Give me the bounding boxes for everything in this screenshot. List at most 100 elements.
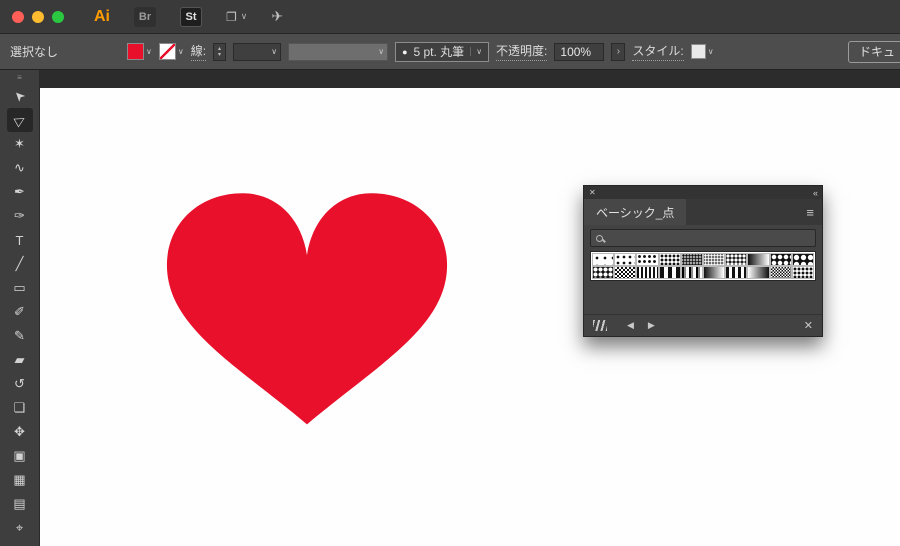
stock-button[interactable]: St bbox=[180, 6, 202, 27]
remove-brush-icon[interactable]: ✕ bbox=[804, 319, 813, 332]
previous-library-icon[interactable]: ◀ bbox=[627, 320, 634, 331]
brush-swatch-dots-4b[interactable] bbox=[791, 266, 815, 279]
brush-swatch-gradient-bars[interactable] bbox=[680, 266, 704, 279]
brush-swatch-gradient-h[interactable] bbox=[703, 266, 726, 279]
workspace-layout-icon: ❐ bbox=[226, 9, 237, 24]
bridge-button[interactable]: Br bbox=[134, 6, 156, 27]
chevron-down-icon: ∨ bbox=[378, 47, 385, 56]
panel-header: ✕ « bbox=[584, 186, 822, 199]
control-bar: 選択なし ∨ ∨ 線: ▴ ▾ ∨ ∨ ● 5 pt. 丸筆 ∨ 不透明度: 1… bbox=[0, 34, 900, 70]
opacity-submenu-button[interactable]: › bbox=[611, 42, 626, 61]
eraser-tool[interactable]: ▰ bbox=[7, 348, 33, 372]
panel-tab-bar: ベーシック_点 ≡ bbox=[584, 199, 822, 225]
heart-path[interactable] bbox=[166, 193, 448, 425]
width-profile-dropdown[interactable]: ∨ bbox=[233, 42, 282, 61]
brush-swatch-dots-3[interactable] bbox=[680, 253, 704, 266]
fill-color-control[interactable]: ∨ bbox=[127, 43, 152, 60]
opacity-input[interactable]: 100% bbox=[554, 42, 605, 61]
lasso-tool[interactable]: ∿ bbox=[7, 156, 33, 180]
stepper-down-icon: ▾ bbox=[218, 51, 222, 58]
selection-status: 選択なし bbox=[10, 45, 59, 59]
panel-close-icon[interactable]: ✕ bbox=[589, 188, 596, 197]
brush-preview-dropdown[interactable]: ● 5 pt. 丸筆 ∨ bbox=[395, 41, 490, 62]
chevron-down-icon: ∨ bbox=[271, 47, 278, 56]
style-label[interactable]: スタイル: bbox=[632, 42, 684, 61]
brush-swatch-dots-inv-5[interactable] bbox=[592, 266, 615, 279]
stroke-color-control[interactable]: ∨ bbox=[158, 43, 184, 60]
brush-swatch-dots-8[interactable] bbox=[592, 253, 615, 266]
canvas-area: ✕ « ベーシック_点 ≡ ◀ ▶ ✕ bbox=[40, 70, 900, 546]
free-transform-tool[interactable]: ✥ bbox=[7, 420, 33, 444]
panel-collapse-icon[interactable]: « bbox=[813, 188, 818, 198]
stroke-weight-label[interactable]: 線: bbox=[190, 42, 207, 61]
magic-wand-tool[interactable]: ✶ bbox=[7, 132, 33, 156]
scale-tool[interactable]: ❏ bbox=[7, 396, 33, 420]
selection-tool[interactable]: ➤ bbox=[7, 84, 33, 108]
brush-preview-label: 5 pt. 丸筆 bbox=[413, 45, 465, 59]
panel-empty-area bbox=[584, 281, 822, 314]
mesh-tool[interactable]: ▦ bbox=[7, 468, 33, 492]
panel-search-area bbox=[584, 225, 822, 250]
rotate-tool[interactable]: ↺ bbox=[7, 372, 33, 396]
chevron-down-icon: ∨ bbox=[240, 11, 248, 21]
chevron-down-icon: ∨ bbox=[470, 47, 482, 56]
stroke-none-swatch[interactable] bbox=[158, 43, 176, 60]
toolbar-tools: ➤ ▷ ✶ ∿ ✒ ✑ T ╱ ▭ ✐ ✎ ▰ ↺ ❏ ✥ ▣ ▦ ▤ ⌖ bbox=[6, 84, 33, 540]
opacity-label[interactable]: 不透明度: bbox=[496, 42, 548, 61]
panel-tab-basic-dots[interactable]: ベーシック_点 bbox=[584, 199, 687, 225]
brush-search-input[interactable] bbox=[590, 229, 816, 247]
direct-selection-tool[interactable]: ▷ bbox=[6, 108, 33, 132]
gradient-tool[interactable]: ▤ bbox=[7, 492, 33, 516]
panel-footer: ◀ ▶ ✕ bbox=[584, 314, 822, 336]
style-dropdown[interactable]: ∨ bbox=[690, 44, 714, 59]
brush-swatch-dots-inv-6[interactable] bbox=[769, 253, 792, 266]
illustrator-window: Ai Br St ❐ ∨ ✈ 選択なし ∨ ∨ 線: ▴ ▾ ∨ ∨ ● 5 p… bbox=[0, 0, 900, 546]
curvature-tool[interactable]: ✑ bbox=[7, 204, 33, 228]
brush-swatch-dots-6[interactable] bbox=[614, 253, 637, 266]
workspace-switcher[interactable]: ❐ ∨ bbox=[226, 10, 247, 24]
type-tool[interactable]: T bbox=[7, 228, 33, 252]
panel-menu-icon[interactable]: ≡ bbox=[798, 199, 822, 225]
brush-swatch-checker-3[interactable] bbox=[769, 266, 792, 279]
brush-swatch-dots-inv-3[interactable] bbox=[703, 253, 726, 266]
rectangle-tool[interactable]: ▭ bbox=[7, 276, 33, 300]
brush-swatch-checker-4[interactable] bbox=[614, 266, 637, 279]
shape-builder-tool[interactable]: ▣ bbox=[7, 444, 33, 468]
fill-color-swatch[interactable] bbox=[127, 43, 144, 60]
pen-tool[interactable]: ✒ bbox=[7, 180, 33, 204]
share-icon[interactable]: ✈ bbox=[271, 8, 283, 25]
style-swatch bbox=[690, 44, 706, 59]
toolbar-grip-icon[interactable]: ≡ bbox=[17, 72, 22, 84]
toolbar: ≡ ➤ ▷ ✶ ∿ ✒ ✑ T ╱ ▭ ✐ ✎ ▰ ↺ ❏ ✥ ▣ ▦ ▤ ⌖ bbox=[0, 70, 40, 546]
zoom-window-button[interactable] bbox=[52, 10, 64, 23]
paintbrush-tool[interactable]: ✐ bbox=[7, 300, 33, 324]
titlebar: Ai Br St ❐ ∨ ✈ bbox=[0, 0, 900, 34]
pencil-tool[interactable]: ✎ bbox=[7, 324, 33, 348]
line-segment-tool[interactable]: ╱ bbox=[7, 252, 33, 276]
brush-libraries-menu-icon[interactable] bbox=[593, 320, 607, 331]
stroke-weight-stepper[interactable]: ▴ ▾ bbox=[213, 42, 227, 61]
brush-swatch-stripes-2[interactable] bbox=[636, 266, 659, 279]
document-setup-button[interactable]: ドキュ bbox=[847, 40, 900, 63]
chevron-down-icon: ∨ bbox=[177, 47, 184, 56]
brush-swatch-stripes-4[interactable] bbox=[658, 266, 681, 279]
traffic-lights bbox=[12, 10, 64, 23]
eyedropper-tool[interactable]: ⌖ bbox=[7, 516, 33, 540]
main-area: ≡ ➤ ▷ ✶ ∿ ✒ ✑ T ╱ ▭ ✐ ✎ ▰ ↺ ❏ ✥ ▣ ▦ ▤ ⌖ ✕ « ベーシック_点 ≡ bbox=[0, 70, 900, 546]
brush-swatch-dots-inv-7[interactable] bbox=[791, 253, 815, 266]
chevron-down-icon: ∨ bbox=[146, 47, 152, 56]
brush-library-panel: ✕ « ベーシック_点 ≡ ◀ ▶ ✕ bbox=[583, 185, 823, 337]
brush-swatch-gradient-h-rev[interactable] bbox=[747, 266, 770, 279]
brush-swatch-halftone-gradient[interactable] bbox=[747, 253, 770, 266]
brush-swatch-stripes-3[interactable] bbox=[725, 266, 748, 279]
brush-swatch-dots-5[interactable] bbox=[636, 253, 659, 266]
next-library-icon[interactable]: ▶ bbox=[648, 320, 655, 331]
minimize-window-button[interactable] bbox=[32, 10, 44, 23]
brush-swatch-dots-inv-4[interactable] bbox=[725, 253, 748, 266]
close-window-button[interactable] bbox=[12, 10, 24, 23]
brush-swatch-grid bbox=[590, 251, 816, 281]
heart-shape[interactable] bbox=[158, 182, 456, 430]
brush-stroke-dot-icon: ● bbox=[402, 46, 408, 57]
brush-swatch-dots-4[interactable] bbox=[658, 253, 681, 266]
brush-definition-dropdown[interactable]: ∨ bbox=[288, 42, 389, 61]
